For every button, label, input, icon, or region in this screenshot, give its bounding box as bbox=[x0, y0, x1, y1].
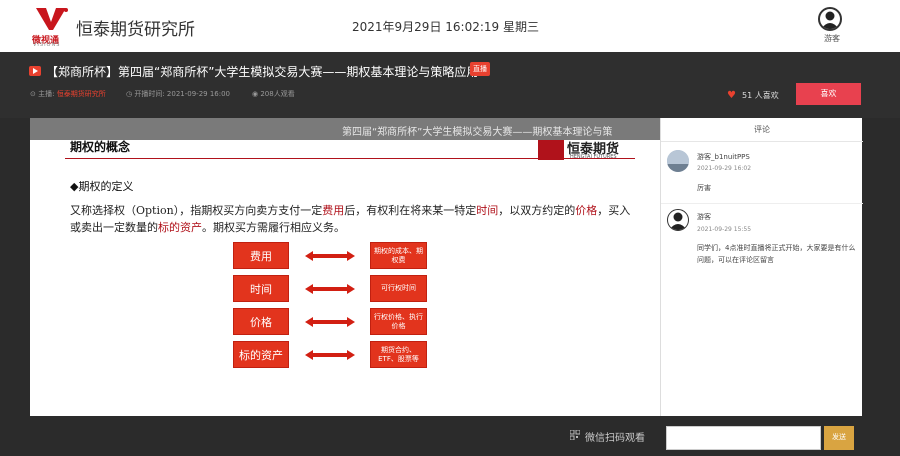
double-arrow-icon bbox=[305, 251, 355, 261]
start-time-text: 开播时间: 2021-09-29 16:00 bbox=[134, 90, 231, 98]
viewer-count-text: 208人观看 bbox=[260, 90, 295, 98]
meaning-box: 可行权时间 bbox=[370, 275, 427, 302]
def-highlight: 标的资产 bbox=[158, 221, 202, 234]
commenter-name: 游客_b1nuitPPS bbox=[697, 153, 750, 161]
stream-title: 【郑商所杯】第四届“郑商所杯”大学生模拟交易大赛——期权基本理论与策略应用 bbox=[46, 65, 479, 79]
comment-text: 同学们，4点准时直播将正式开始，大家要是有什么问题，可以在评论区留言 bbox=[697, 244, 856, 264]
comment-header: 评论 bbox=[661, 118, 863, 142]
banner-text: 第四届“郑商所杯”大学生模拟交易大赛——期权基本理论与策 bbox=[342, 127, 613, 138]
viewer-count: ◉ 208人观看 bbox=[252, 89, 295, 99]
meaning-box: 行权价格、执行价格 bbox=[370, 308, 427, 335]
meaning-box: 期权的成本、期权费 bbox=[370, 242, 427, 269]
user-icon bbox=[669, 212, 687, 230]
double-arrow-icon bbox=[305, 284, 355, 294]
definition-heading: ◆期权的定义 bbox=[70, 180, 134, 193]
user-icon bbox=[821, 11, 839, 29]
photo-avatar-icon bbox=[667, 150, 689, 172]
concept-box: 价格 bbox=[233, 308, 289, 335]
comment-text: 厉害 bbox=[697, 184, 711, 192]
org-name: 恒泰期货研究所 bbox=[76, 20, 195, 40]
host-info: ⊙ 主播: 恒泰期货研究所 bbox=[30, 89, 106, 99]
commenter-avatar bbox=[667, 150, 689, 172]
comment-input[interactable] bbox=[666, 426, 821, 450]
clock: 2021年9月29日 16:02:19 星期三 bbox=[352, 20, 539, 34]
def-highlight: 价格 bbox=[575, 204, 598, 217]
logo-v-icon bbox=[36, 8, 68, 30]
slide-title: 期权的概念 bbox=[70, 140, 131, 154]
def-highlight: 时间 bbox=[476, 204, 499, 217]
start-time: ◷ 开播时间: 2021-09-29 16:00 bbox=[126, 89, 230, 99]
top-header: 微视通 VISIONS 恒泰期货研究所 2021年9月29日 16:02:19 … bbox=[0, 0, 900, 52]
logo-subtitle: VISIONS bbox=[33, 42, 61, 48]
brand-logo[interactable]: 微视通 VISIONS bbox=[30, 6, 72, 48]
slide-logo-icon bbox=[538, 140, 564, 160]
heart-icon: ♥ bbox=[727, 90, 736, 101]
user-avatar[interactable] bbox=[818, 7, 842, 31]
clock-icon: ◷ bbox=[126, 90, 133, 98]
video-player[interactable]: 第四届“郑商所杯”大学生模拟交易大赛——期权基本理论与策 期权的概念 恒泰期货 … bbox=[30, 118, 660, 416]
comment-time: 2021-09-29 16:02 bbox=[697, 165, 752, 172]
user-small-icon: ⊙ bbox=[30, 90, 36, 98]
user-name: 游客 bbox=[824, 34, 840, 43]
wechat-watch-link[interactable]: 微信扫码观看 bbox=[585, 429, 645, 444]
def-part: 。期权买方需履行相应义务。 bbox=[202, 221, 345, 234]
double-arrow-icon bbox=[305, 350, 355, 360]
comment-panel[interactable]: 评论 游客_b1nuitPPS 2021-09-29 16:02 厉害 游客 2… bbox=[660, 118, 863, 416]
live-badge: 直播 bbox=[470, 62, 490, 76]
video-icon bbox=[29, 66, 41, 76]
concept-box: 时间 bbox=[233, 275, 289, 302]
concept-box: 费用 bbox=[233, 242, 289, 269]
double-arrow-icon bbox=[305, 317, 355, 327]
qr-code-icon[interactable] bbox=[570, 430, 580, 440]
definition-text: 又称选择权（Option），指期权买方向卖方支付一定费用后，有权利在将来某一特定… bbox=[70, 202, 640, 236]
like-count: 51 人喜欢 bbox=[742, 91, 779, 100]
def-part: 后，有权利在将来某一特定 bbox=[344, 204, 477, 217]
slide-divider bbox=[65, 158, 635, 159]
comment-divider bbox=[661, 203, 863, 204]
slide-logo-en: HENGTAI FUTURES bbox=[570, 154, 617, 160]
commenter-avatar bbox=[667, 209, 689, 231]
commenter-name: 游客 bbox=[697, 213, 711, 221]
def-highlight: 费用 bbox=[322, 204, 345, 217]
title-section: 【郑商所杯】第四届“郑商所杯”大学生模拟交易大赛——期权基本理论与策略应用 直播… bbox=[0, 52, 900, 118]
like-button[interactable]: 喜欢 bbox=[796, 83, 861, 105]
def-part: ，以双方约定的 bbox=[498, 204, 576, 217]
concept-box: 标的资产 bbox=[233, 341, 289, 368]
host-label: 主播: bbox=[38, 90, 55, 98]
host-name[interactable]: 恒泰期货研究所 bbox=[57, 90, 106, 98]
video-footer bbox=[30, 416, 660, 456]
comment-time: 2021-09-29 15:55 bbox=[697, 226, 752, 233]
eye-icon: ◉ bbox=[252, 90, 259, 98]
def-part: 又称选择权（Option），指期权买方向卖方支付一定 bbox=[70, 204, 323, 217]
send-button[interactable]: 发送 bbox=[824, 426, 854, 450]
video-banner: 第四届“郑商所杯”大学生模拟交易大赛——期权基本理论与策 bbox=[30, 118, 660, 140]
meaning-box: 期货合约、ETF、股票等 bbox=[370, 341, 427, 368]
